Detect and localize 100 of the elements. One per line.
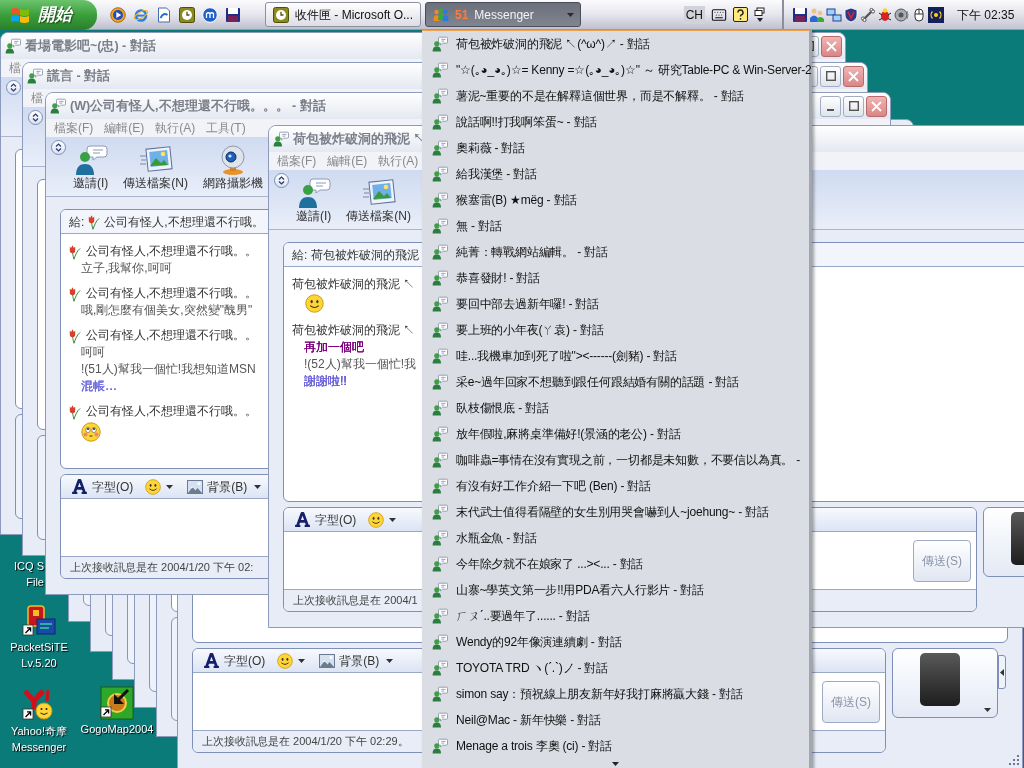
side-tab[interactable] [998, 655, 1006, 689]
emoticon-button[interactable] [368, 511, 397, 528]
menu-item[interactable]: 無 - 對話 [422, 213, 809, 239]
clock-icon [273, 6, 289, 23]
messenger-buddy-icon [5, 38, 21, 54]
messenger-buddy-icon [432, 270, 448, 286]
messenger-buddy-icon [432, 374, 448, 390]
menu-item[interactable]: 要回中部去過新年囉! - 對話 [422, 291, 809, 317]
menu-item[interactable]: "☆(｡◕_◕｡)☆= Kenny =☆(｡◕_◕｡)☆" ～ 研究Table-PC & Win-Server-2 [422, 57, 809, 83]
resize-grip-icon[interactable] [1008, 754, 1020, 766]
close-icon [848, 70, 859, 82]
menu-item[interactable]: 薯泥~重要的不是在解釋這個世界，而是不解釋。 - 對話 [422, 83, 809, 109]
menu-item[interactable]: 咖啡蟲=事情在沒有實現之前，一切都是未知數，不要信以為真。 - [422, 447, 809, 473]
menu-item[interactable]: 臥枝傷恨底 - 對話 [422, 395, 809, 421]
signal-icon[interactable] [928, 6, 944, 23]
toolbar-button[interactable]: 網路攝影機 [203, 144, 263, 190]
messenger-buddy-icon [432, 504, 448, 520]
min-button[interactable] [820, 95, 841, 117]
font-icon [203, 652, 220, 669]
desktop-shortcut[interactable]: ICQ S File [4, 560, 44, 589]
messenger-buddy-icon [432, 478, 448, 494]
messenger-buddy-icon [432, 634, 448, 650]
mouse-icon[interactable] [911, 6, 927, 23]
clock-icon[interactable] [179, 6, 195, 23]
menu-item[interactable]: 放年假啦,麻將桌準備好!(景涵的老公) - 對話 [422, 421, 809, 447]
collapse-button[interactable] [274, 173, 289, 188]
close-button[interactable] [866, 95, 887, 117]
menu-item[interactable]: 奧莉薇 - 對話 [422, 135, 809, 161]
emoticon-button[interactable] [145, 478, 174, 495]
close-button[interactable] [843, 65, 864, 87]
font-button[interactable]: 字型(O) [294, 510, 357, 529]
menu-item[interactable]: 給我漢堡 - 對話 [422, 161, 809, 187]
menu-item[interactable]: 有沒有好工作介紹一下吧 (Ben) - 對話 [422, 473, 809, 499]
menu-item[interactable]: simon say：預祝線上朋友新年好我打麻將贏大錢 - 對話 [422, 681, 809, 707]
emoticon-button[interactable] [277, 652, 306, 669]
menu-item[interactable]: 末代武士值得看隔壁的女生別用哭會嚇到人~joehung~ - 對話 [422, 499, 809, 525]
play-icon[interactable] [110, 6, 126, 23]
recipient-name: 公司有怪人,不想理還不行哦。 [104, 213, 264, 231]
menu-item[interactable]: 純菁：轉戰網站編輯。 - 對話 [422, 239, 809, 265]
browser-icon[interactable] [133, 6, 149, 23]
taskbar-button-label: 收件匣 - Microsoft O... [295, 6, 413, 24]
menu-item[interactable]: 山寨~學英文第一步!!用PDA看六人行影片 - 對話 [422, 577, 809, 603]
desktop-shortcut[interactable]: PacketSiTE Lv.5.20 [0, 604, 78, 670]
close-button[interactable] [821, 35, 842, 57]
message-text: 立子,我幫你,呵呵 [81, 260, 172, 277]
messenger-buddy-icon [432, 62, 448, 78]
toolbar-button[interactable]: 邀請(I) [296, 177, 332, 223]
taskbar-button[interactable]: 51 Messenger [425, 2, 581, 27]
menu-item[interactable]: 荷包被炸破洞的飛泥 ↖(^ω^)↗ - 對話 [422, 31, 809, 57]
caret-down-icon [567, 12, 574, 17]
language-indicator[interactable]: CH [683, 5, 705, 24]
round-app-icon[interactable] [202, 6, 218, 23]
menu-item[interactable]: 要上班的小年夜(ㄚ袁) - 對話 [422, 317, 809, 343]
max-button[interactable] [820, 65, 841, 87]
scroll-down-icon[interactable] [612, 761, 619, 766]
collapse-button[interactable] [28, 110, 43, 125]
restore-icon[interactable] [754, 6, 766, 23]
menu-item[interactable]: 恭喜發財! - 對話 [422, 265, 809, 291]
desktop-shortcut[interactable]: GogoMap2004 [78, 686, 156, 736]
desktop-shortcut[interactable]: Yahoo!奇摩 Messenger [0, 688, 78, 754]
taskbar-button[interactable]: 收件匣 - Microsoft O... [265, 2, 421, 27]
menu-item[interactable]: Wendy的92年像演連續劇 - 對話 [422, 629, 809, 655]
menu-item[interactable]: 哇...我機車加到死了啦"><------(劍豬) - 對話 [422, 343, 809, 369]
speaker-icon[interactable] [894, 6, 910, 23]
font-button[interactable]: 字型(O) [71, 477, 134, 496]
menu-item[interactable]: Menage a trois 李奧 (ci) - 對話 [422, 733, 809, 759]
keyboard-icon[interactable] [711, 6, 727, 23]
status-text: 上次接收訊息是在 2004/1/20 下午 02:29。 [202, 734, 409, 750]
collapse-button[interactable] [51, 140, 66, 155]
message-text: 再加一個吧 [304, 339, 364, 356]
menu-item[interactable]: 說話啊!!打我啊笨蛋~ - 對話 [422, 109, 809, 135]
messenger-buddy-icon [432, 88, 448, 104]
collapse-button[interactable] [6, 80, 21, 95]
toolbar-button[interactable]: 傳送檔案(N) [346, 177, 411, 223]
background-button[interactable]: 背景(B) [187, 477, 262, 496]
menu-item[interactable]: TOYOTA TRD ヽ(ˊ.ˋ)ノ - 對話 [422, 655, 809, 681]
max-button[interactable] [843, 95, 864, 117]
menu-item[interactable]: 今年除夕就不在娘家了 ...><... - 對話 [422, 551, 809, 577]
toolbar-button[interactable]: 傳送檔案(N) [123, 144, 188, 190]
messenger-buddy-icon [27, 68, 43, 84]
document-icon[interactable] [156, 6, 172, 23]
messenger-buddy-icon [432, 712, 448, 728]
menu-item[interactable]: 猴塞雷(B) ★mëg - 對話 [422, 187, 809, 213]
monitors-icon[interactable] [826, 6, 842, 23]
menu-item[interactable]: Neil@Mac - 新年快樂 - 對話 [422, 707, 809, 733]
shield-icon[interactable] [843, 6, 859, 23]
menu-item[interactable]: 采e~過年回家不想聽到跟任何跟結婚有關的話題 - 對話 [422, 369, 809, 395]
status-text: 上次接收訊息是在 2004/1 [293, 593, 418, 609]
messenger-buddy-icon [432, 36, 448, 52]
menu-item[interactable]: ㄏㄡˊ..要過年了...... - 對話 [422, 603, 809, 629]
bug-icon[interactable] [877, 6, 893, 23]
clock[interactable]: 下午 02:35 [957, 5, 1015, 24]
menu-item[interactable]: 水瓶金魚 - 對話 [422, 525, 809, 551]
bone-icon[interactable] [860, 6, 876, 23]
toolbar-button[interactable]: 邀請(I) [73, 144, 109, 190]
font-button[interactable]: 字型(O) [203, 651, 266, 670]
background-button[interactable]: 背景(B) [319, 651, 394, 670]
users-icon[interactable] [809, 6, 825, 23]
smiley-emoticon-icon [305, 294, 324, 313]
help-icon[interactable] [733, 7, 748, 22]
